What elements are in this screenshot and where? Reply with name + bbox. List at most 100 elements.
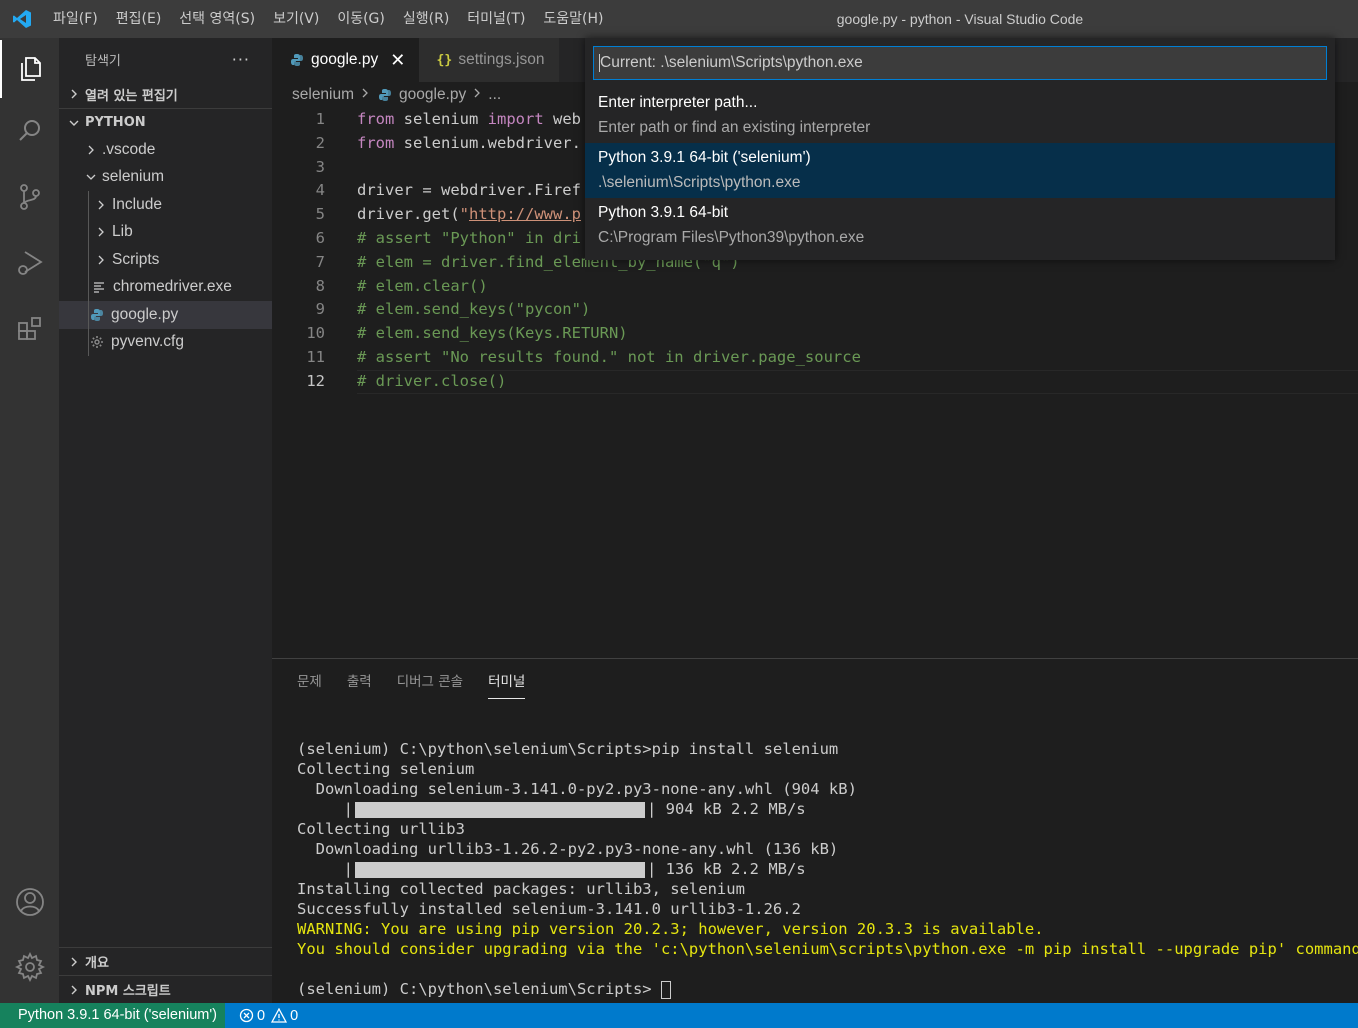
quick-pick-input-value: Current: .\selenium\Scripts\python.exe [600,54,863,71]
terminal-cursor [660,980,671,999]
quick-pick-item-description: C:\Program Files\Python39\python.exe [598,229,865,246]
quick-pick-item-selenium-venv[interactable]: Python 3.9.1 64-bit ('selenium') .\selen… [585,143,1335,198]
menu-help[interactable]: 도움말(H) [534,0,612,38]
chevron-right-icon [65,85,83,103]
tree-item-chromedriver[interactable]: chromedriver.exe [59,273,272,301]
code-token: " [459,205,469,224]
code-token: selenium.webdriver. [394,133,581,152]
tree-item-scripts[interactable]: Scripts [59,246,272,274]
tab-output[interactable]: 출력 [347,659,372,707]
menu-terminal[interactable]: 터미널(T) [458,0,534,38]
tree-item-label: google.py [111,305,179,323]
quick-pick-item-global-python[interactable]: Python 3.9.1 64-bit C:\Program Files\Pyt… [585,198,1335,253]
chevron-down-icon [65,114,83,132]
terminal-text: Collecting selenium [297,760,475,778]
tab-debug-console[interactable]: 디버그 콘솔 [397,659,463,707]
extensions-icon[interactable] [0,300,59,358]
terminal-text: Downloading urllib3-1.26.2-py2.py3-none-… [297,840,839,858]
chevron-right-icon [92,251,110,269]
quick-pick-item-description: .\selenium\Scripts\python.exe [598,174,801,191]
code-token: # elem.clear() [357,276,488,295]
status-bar: Python 3.9.1 64-bit ('selenium') 0 0 [0,1003,1358,1028]
outline-label: 개요 [85,956,109,971]
terminal-line: Successfully installed selenium-3.141.0 … [297,899,1358,919]
terminal[interactable]: (selenium) C:\python\selenium\Scripts>pi… [297,739,1358,999]
menu-go[interactable]: 이동(G) [328,0,394,38]
code-line[interactable]: 12 # driver.close() [272,369,1358,394]
close-icon[interactable]: ✕ [390,50,405,71]
code-line[interactable]: 10 # elem.send_keys(Keys.RETURN) [272,322,1358,346]
tree-item-lib[interactable]: Lib [59,218,272,246]
breadcrumb-item[interactable]: ... [488,86,501,104]
search-icon[interactable] [0,102,59,160]
open-editors-label: 열려 있는 편집기 [85,88,178,104]
workspace-label: PYTHON [85,115,146,130]
line-number: 11 [306,348,325,366]
source-control-icon[interactable] [0,168,59,226]
code-line[interactable]: 11 # assert "No results found." not in dr… [272,346,1358,370]
breadcrumb-item[interactable]: google.py [399,86,466,104]
panel-tabs: 문제 출력 디버그 콘솔 터미널 [297,659,550,707]
tree-item-selenium[interactable]: selenium [59,164,272,192]
accounts-icon[interactable] [0,873,59,931]
workspace-section[interactable]: PYTHON [59,108,272,136]
menu-selection[interactable]: 선택 영역(S) [170,0,264,38]
settings-gear-icon[interactable] [0,938,59,996]
tab-terminal[interactable]: 터미널 [488,659,526,707]
menu-view[interactable]: 보기(V) [264,0,328,38]
code-line[interactable]: 8 # elem.clear() [272,275,1358,299]
quick-pick-item-label: Python 3.9.1 64-bit [598,204,729,221]
file-tree: .vscode selenium Include Lib Scripts chr… [59,136,272,356]
quick-pick-item-description: Enter path or find an existing interpret… [598,119,871,136]
tree-item-pyvenv[interactable]: pyvenv.cfg [59,328,272,356]
npm-scripts-section[interactable]: NPM 스크립트 [59,975,272,1003]
tree-item-google-py[interactable]: google.py [59,301,272,329]
interpreter-quick-pick: Current: .\selenium\Scripts\python.exe E… [585,38,1335,260]
tab-problems[interactable]: 문제 [297,659,322,707]
progress-suffix: | 136 kB 2.2 MB/s [647,860,806,878]
vscode-logo-icon [0,0,44,38]
code-token: selenium [394,110,488,128]
tab-settings-json[interactable]: {} settings.json [419,38,559,82]
text-lines-icon [90,278,108,296]
quick-pick-item-enter-path[interactable]: Enter interpreter path... Enter path or … [585,88,1335,143]
breadcrumb-item[interactable]: selenium [292,86,354,104]
tree-item-label: chromedriver.exe [113,278,232,296]
code-token: driver.get( [357,205,460,224]
chevron-right-icon [82,141,100,159]
menu-edit[interactable]: 편집(E) [107,0,171,38]
tree-item-include[interactable]: Include [59,191,272,219]
terminal-text: Successfully installed selenium-3.141.0 … [297,900,801,918]
quick-pick-input[interactable]: Current: .\selenium\Scripts\python.exe [593,46,1327,80]
terminal-text: You should consider upgrading via the 'c… [297,940,1358,958]
more-actions-button[interactable]: ··· [232,50,250,69]
tab-google-py[interactable]: google.py ✕ [272,38,420,82]
terminal-text: (selenium) C:\python\selenium\Scripts>pi… [297,740,839,758]
menu-run[interactable]: 실행(R) [394,0,458,38]
code-line[interactable]: 9 # elem.send_keys("pycon") [272,298,1358,322]
python-interpreter-status[interactable]: Python 3.9.1 64-bit ('selenium') [0,1003,225,1028]
run-debug-icon[interactable] [0,234,59,292]
open-editors-section[interactable]: 열려 있는 편집기 [59,80,272,108]
line-number: 12 [306,371,325,390]
line-content: # assert "Python" in dri [357,227,581,251]
explorer-icon[interactable] [0,40,59,98]
line-number: 1 [315,110,325,128]
menu-file[interactable]: 파일(F) [44,0,107,38]
quick-pick-item-label: Python 3.9.1 64-bit ('selenium') [598,149,811,166]
bottom-panel: 문제 출력 디버그 콘솔 터미널 (selenium) C:\python\se… [272,658,1358,1003]
chevron-right-icon [92,223,110,241]
tree-item-vscode[interactable]: .vscode [59,136,272,164]
outline-section[interactable]: 개요 [59,947,272,975]
tree-item-label: pyvenv.cfg [111,333,184,351]
terminal-line: (selenium) C:\python\selenium\Scripts> [297,979,1358,999]
chevron-down-icon [82,168,100,186]
problems-status[interactable]: 0 0 [225,1008,298,1024]
warning-count: 0 [290,1007,299,1024]
line-number: 2 [315,133,325,152]
python-icon [288,51,306,69]
title-bar: 파일(F) 편집(E) 선택 영역(S) 보기(V) 이동(G) 실행(R) 터… [0,0,1358,38]
terminal-line: Downloading urllib3-1.26.2-py2.py3-none-… [297,839,1358,859]
indent-guide [88,328,89,356]
code-token: # elem.send_keys("pycon") [357,300,591,319]
